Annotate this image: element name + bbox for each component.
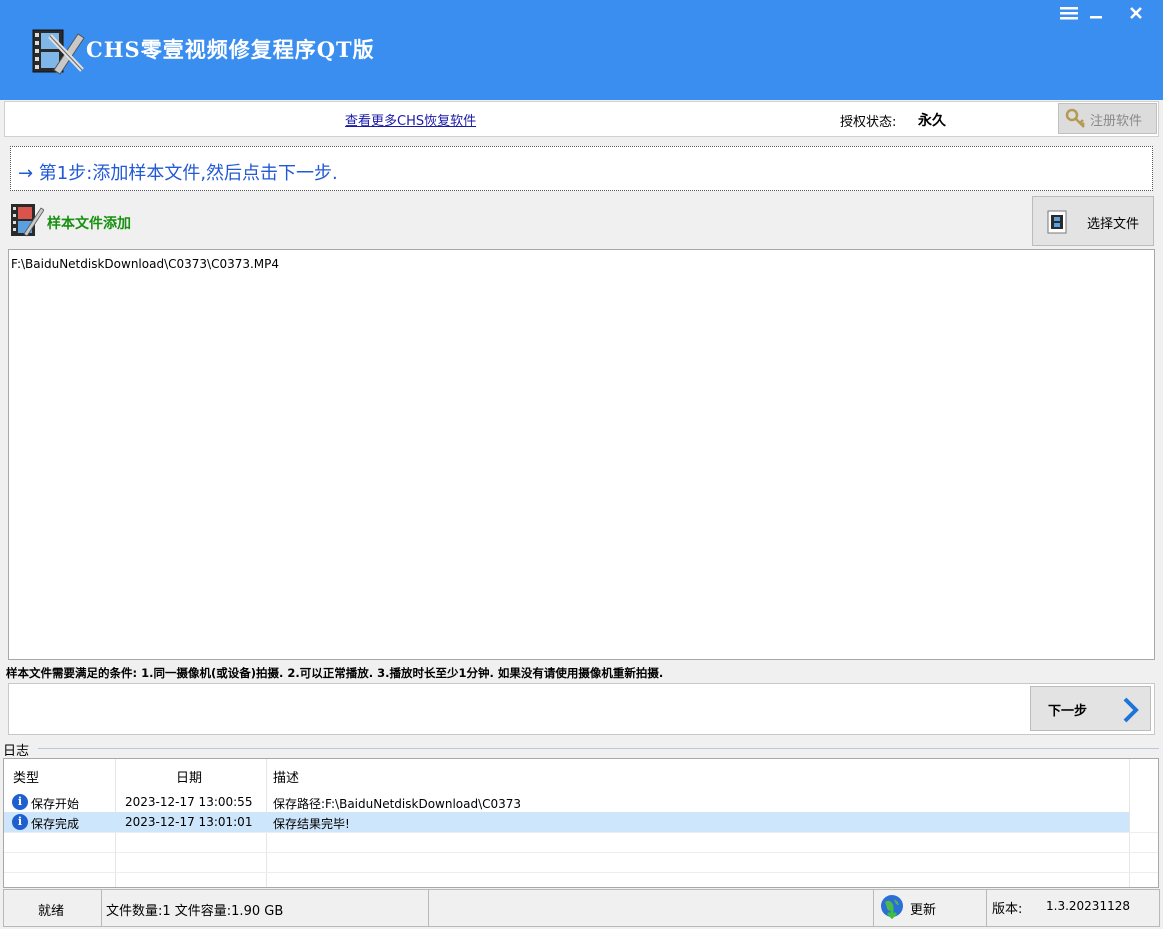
next-step-label: 下一步 xyxy=(1048,704,1088,719)
auth-status-value: 永久 xyxy=(918,113,946,129)
film-tools-icon xyxy=(10,202,45,238)
log-desc: 保存结果完毕! xyxy=(273,817,350,831)
version-value: 1.3.20231128 xyxy=(1046,899,1130,913)
next-step-button[interactable]: 下一步 xyxy=(1030,686,1151,731)
sample-conditions-text: 样本文件需要满足的条件: 1.同一摄像机(或设备)拍摄. 2.可以正常播放. 3… xyxy=(6,666,664,680)
log-date: 2023-12-17 13:01:01 xyxy=(125,815,253,829)
step-instruction: → 第1步:添加样本文件,然后点击下一步. xyxy=(18,163,338,184)
register-button[interactable]: 注册软件 xyxy=(1058,103,1157,134)
info-icon: i xyxy=(12,794,28,810)
log-type: 保存完成 xyxy=(31,817,80,831)
status-file-info: 文件数量:1 文件容量:1.90 GB xyxy=(106,904,284,919)
sample-file-list[interactable] xyxy=(8,249,1155,660)
column-header-type[interactable]: 类型 xyxy=(13,767,39,786)
log-label: 日志 xyxy=(3,740,34,759)
select-file-button[interactable]: 选择文件 xyxy=(1032,196,1154,246)
next-step-panel xyxy=(8,683,1155,735)
file-list-item[interactable]: F:\BaiduNetdiskDownload\C0373\C0373.MP4 xyxy=(11,257,279,271)
globe-update-icon xyxy=(879,893,905,923)
sample-section-title: 样本文件添加 xyxy=(47,216,131,232)
app-logo-icon xyxy=(32,26,86,76)
keys-icon xyxy=(1065,108,1087,134)
chevron-right-icon xyxy=(1119,697,1141,727)
column-header-desc[interactable]: 描述 xyxy=(273,767,299,786)
film-file-icon xyxy=(1047,210,1067,238)
column-header-date[interactable]: 日期 xyxy=(176,767,202,786)
log-table[interactable]: 类型 日期 描述 i 保存开始 2023-12-17 13:00:55 保存路径… xyxy=(3,758,1159,888)
status-separator xyxy=(873,890,874,926)
status-separator xyxy=(986,890,987,926)
register-button-label: 注册软件 xyxy=(1090,114,1143,129)
info-icon: i xyxy=(12,814,28,830)
info-bar xyxy=(4,101,1159,137)
more-software-link[interactable]: 查看更多CHS恢复软件 xyxy=(345,110,476,129)
log-desc: 保存路径:F:\BaiduNetdiskDownload\C0373 xyxy=(273,797,522,811)
status-separator xyxy=(101,890,102,926)
table-row-selected[interactable]: i 保存完成 2023-12-17 13:01:01 保存结果完毕! xyxy=(4,812,1129,832)
status-ready: 就绪 xyxy=(38,904,65,919)
version-label: 版本: xyxy=(992,902,1023,917)
table-row[interactable]: i 保存开始 2023-12-17 13:00:55 保存路径:F:\Baidu… xyxy=(4,793,1129,812)
menu-icon[interactable] xyxy=(1057,4,1081,26)
column-divider xyxy=(1129,759,1130,887)
log-date: 2023-12-17 13:00:55 xyxy=(125,795,253,809)
update-button[interactable]: 更新 xyxy=(879,892,939,920)
minimize-icon[interactable] xyxy=(1085,4,1107,26)
row-separator xyxy=(4,832,1158,833)
close-icon[interactable] xyxy=(1124,4,1148,26)
auth-status-label: 授权状态: xyxy=(840,115,897,130)
log-type: 保存开始 xyxy=(31,797,80,811)
row-separator xyxy=(4,872,1158,873)
log-divider xyxy=(38,748,1159,749)
status-separator xyxy=(428,890,429,926)
row-separator xyxy=(4,852,1158,853)
select-file-label: 选择文件 xyxy=(1087,217,1140,232)
update-label: 更新 xyxy=(910,903,937,918)
app-title: CHS零壹视频修复程序QT版 xyxy=(86,37,375,62)
